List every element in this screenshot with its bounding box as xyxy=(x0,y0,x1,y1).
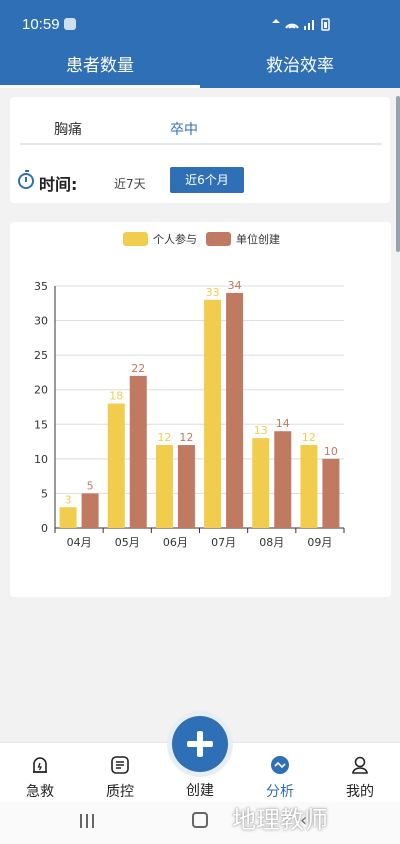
x-tick-label: 04月 xyxy=(67,536,92,549)
bar-personal xyxy=(155,445,173,528)
nav-label-profile: 我的 xyxy=(346,784,374,800)
data-label: 22 xyxy=(131,362,145,375)
disease-type-selector: 胸痛 卒中 xyxy=(20,111,382,145)
clock-icon xyxy=(18,170,34,189)
y-tick-label: 15 xyxy=(34,418,48,431)
y-tick-label: 0 xyxy=(41,522,48,535)
scrollbar-thumb[interactable] xyxy=(396,96,400,252)
tab-patient-count[interactable]: 患者数量 xyxy=(0,48,200,88)
bar-unit xyxy=(129,375,147,528)
create-button[interactable] xyxy=(172,716,228,772)
y-tick-label: 30 xyxy=(34,315,48,328)
y-tick-label: 35 xyxy=(34,280,48,293)
android-nav-bar: ‹ xyxy=(0,802,400,844)
data-label: 10 xyxy=(324,445,338,458)
analysis-icon xyxy=(271,756,289,774)
system-status-icons xyxy=(270,16,340,35)
status-bar: 10:59 xyxy=(0,0,400,48)
y-tick-label: 5 xyxy=(41,487,48,500)
create-label: 创建 xyxy=(186,783,214,799)
recent-apps-icon[interactable] xyxy=(80,814,96,828)
x-tick-label: 06月 xyxy=(163,536,188,549)
quality-control-icon xyxy=(111,756,129,774)
data-label: 12 xyxy=(302,431,316,444)
status-time: 10:59 xyxy=(22,16,60,33)
bar-chart: 051015202530353504月182205月12 1206月333407月… xyxy=(34,232,345,549)
data-label: 12 xyxy=(179,431,193,444)
emergency-icon xyxy=(33,757,47,773)
nav-profile[interactable]: 我的 xyxy=(320,743,400,803)
bar-unit xyxy=(274,431,292,528)
x-tick-label: 09月 xyxy=(307,536,332,549)
x-tick-label: 07月 xyxy=(211,536,236,549)
bar-personal xyxy=(107,403,125,528)
tab-treatment-efficiency[interactable]: 救治效率 xyxy=(200,48,400,88)
bar-unit xyxy=(226,292,244,528)
nav-quality-control[interactable]: 质控 xyxy=(80,743,160,803)
bar-personal xyxy=(300,445,318,528)
bar-personal xyxy=(252,438,270,528)
profile-icon xyxy=(352,756,368,774)
data-label: 18 xyxy=(109,390,123,403)
data-label: 12 xyxy=(157,431,171,444)
y-tick-label: 10 xyxy=(34,453,48,466)
bar-personal xyxy=(59,507,77,528)
chart-card: 0 5 10 15 20 25 30 35 3 5 04月 18 22 05月 12 12 06月 33 34 07月… xyxy=(10,222,391,597)
y-tick-label: 25 xyxy=(34,349,48,362)
legend-label: 单位创建 xyxy=(236,232,280,246)
bar-unit xyxy=(177,445,195,528)
legend-swatch xyxy=(206,232,231,246)
data-label: 14 xyxy=(276,417,290,430)
data-label: 5 xyxy=(87,479,94,492)
data-label: 34 xyxy=(228,279,242,292)
top-tabs: 患者数量 救治效率 xyxy=(0,48,400,88)
time-range-row: 时间: 近7天 近6个月 xyxy=(18,167,378,199)
data-label: 13 xyxy=(254,424,268,437)
watermark: 地理教师 xyxy=(232,806,328,834)
x-tick-label: 08月 xyxy=(259,536,284,549)
nav-emergency[interactable]: 急救 xyxy=(0,743,80,803)
time-label: 时间: xyxy=(39,175,78,194)
legend-swatch xyxy=(123,232,148,246)
nav-label-emergency: 急救 xyxy=(26,784,54,800)
nav-analysis[interactable]: 分析 xyxy=(240,743,320,803)
bar-unit xyxy=(81,493,99,528)
nav-label-analysis: 分析 xyxy=(266,784,294,800)
filter-card: 胸痛 卒中 时间: 近7天 近6个月 xyxy=(10,97,390,203)
signal-battery-icon xyxy=(272,18,330,31)
notification-icon xyxy=(64,18,76,30)
data-label: 3 xyxy=(65,493,72,506)
bar-personal xyxy=(204,299,222,528)
y-tick-label: 20 xyxy=(34,384,48,397)
home-icon[interactable] xyxy=(192,812,208,828)
range-6-months-button[interactable]: 近6个月 xyxy=(170,167,244,193)
bar-unit xyxy=(322,458,340,528)
x-tick-label: 05月 xyxy=(115,536,140,549)
nav-label-quality-control: 质控 xyxy=(106,784,134,800)
type-stroke[interactable]: 卒中 xyxy=(170,119,198,139)
range-7-days-button[interactable]: 近7天 xyxy=(114,175,146,192)
data-label: 33 xyxy=(206,286,220,299)
legend-label: 个人参与 xyxy=(153,232,197,246)
type-chest-pain[interactable]: 胸痛 xyxy=(54,119,82,139)
